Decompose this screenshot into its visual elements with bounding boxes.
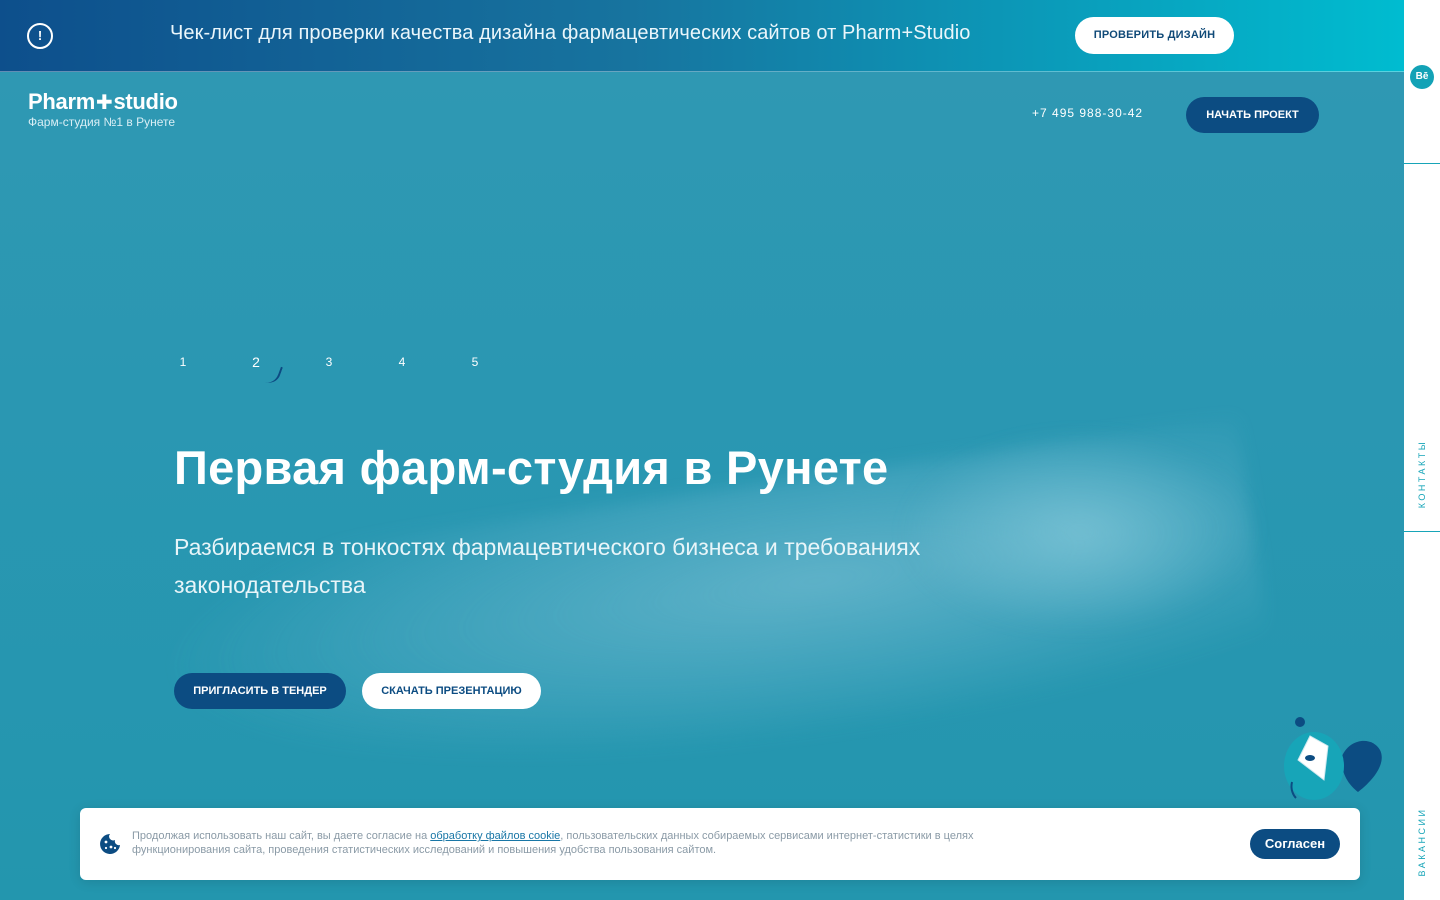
behance-icon[interactable]: Bē [1410,65,1434,89]
cookie-icon [100,834,120,854]
slide-nav-3[interactable]: 3 [322,355,336,369]
cookie-policy-link[interactable]: обработку файлов cookie [430,830,560,842]
exclamation-icon: ! [27,23,53,49]
promo-text: Чек-лист для проверки качества дизайна ф… [170,22,971,44]
cookie-agree-button[interactable]: Согласен [1250,829,1340,859]
logo-tagline: Фарм-студия №1 в Рунете [28,115,176,129]
cookie-text: Продолжая использовать наш сайт, вы дает… [132,829,1002,857]
slide-nav-5[interactable]: 5 [468,355,482,369]
slide-nav-4[interactable]: 4 [395,355,409,369]
right-sidebar: Bē КОНТАКТЫ ВАКАНСИИ [1404,0,1440,900]
hero-subtitle: Разбираемся в тонкостях фармацевтическог… [174,534,921,598]
slide-nav-1[interactable]: 1 [176,355,190,369]
sidebar-contacts-link[interactable]: КОНТАКТЫ [1417,440,1427,509]
sidebar-vacancies-link[interactable]: ВАКАНСИИ [1417,808,1427,877]
start-project-button[interactable]: НАЧАТЬ ПРОЕКТ [1186,97,1319,133]
logo[interactable]: Pharm✚studio [28,89,178,115]
slide-nav-2[interactable]: 2 [249,354,263,370]
sidebar-divider [1404,163,1440,164]
logo-word-pharm: Pharm [28,89,95,114]
cookie-text-before: Продолжая использовать наш сайт, вы дает… [132,830,431,842]
invite-tender-button[interactable]: ПРИГЛАСИТЬ В ТЕНДЕР [174,673,346,709]
download-presentation-button[interactable]: СКАЧАТЬ ПРЕЗЕНТАЦИЮ [362,673,541,709]
sidebar-divider [1404,531,1440,532]
hero-title: Первая фарм-студия в Рунете [174,441,889,494]
phone-link[interactable]: +7 495 988-30-42 [1032,106,1143,120]
logo-plus-icon: ✚ [95,92,113,114]
logo-word-studio: studio [113,89,178,114]
cookie-banner: Продолжая использовать наш сайт, вы дает… [80,808,1360,880]
promo-bar: ! Чек-лист для проверки качества дизайна… [0,0,1404,72]
check-design-button[interactable]: ПРОВЕРИТЬ ДИЗАЙН [1075,17,1234,54]
mascot-icon[interactable] [1280,716,1384,812]
